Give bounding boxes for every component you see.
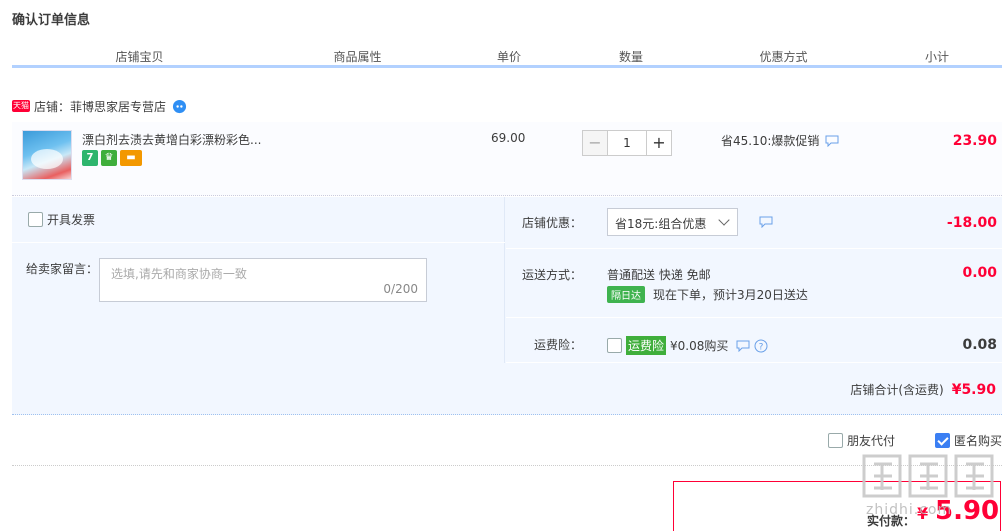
invoice-checkbox[interactable] <box>28 212 43 227</box>
extras-divider <box>12 242 505 243</box>
store-discount-select[interactable]: 省18元:组合优惠 <box>607 208 738 236</box>
store-discount-label: 店铺优惠： <box>521 216 582 230</box>
insurance-comment-icon[interactable] <box>736 340 750 352</box>
shipping-method: 普通配送 快递 免邮 <box>607 268 711 282</box>
item-title-link[interactable]: 漂白剂去渍去黄增白彩漂粉彩色... <box>82 131 261 148</box>
message-char-count: 0/200 <box>383 282 418 296</box>
order-extras-panel: 开具发票 给卖家留言： 选填,请先和商家协商一致 0/200 店铺优惠： 省18… <box>12 197 1002 415</box>
store-total-label: 店铺合计(含运费) <box>850 383 944 397</box>
credit-card-icon[interactable]: ▬ <box>120 150 142 166</box>
friend-pay-label: 朋友代付 <box>846 434 895 448</box>
wangwang-chat-icon[interactable] <box>172 99 187 114</box>
insurance-row: 运费险： 运费险 ¥0.08购买 ? 0.08 <box>506 318 1002 363</box>
store-discount-row: 店铺优惠： 省18元:组合优惠 -18.00 <box>506 197 1002 249</box>
invoice-label: 开具发票 <box>47 213 96 227</box>
watermark-logo-icon <box>862 454 994 498</box>
shop-row: 天猫 店铺：菲博思家居专营店 <box>12 96 187 116</box>
message-placeholder: 选填,请先和商家协商一致 <box>111 267 247 281</box>
next-day-badge: 隔日达 <box>607 286 645 303</box>
anonymous-label: 匿名购买 <box>953 434 1002 448</box>
shipping-row: 运送方式： 普通配送 快递 免邮 隔日达 现在下单，预计3月20日送达 0.00 <box>506 249 1002 318</box>
col-discount: 优惠方式 <box>759 50 808 64</box>
insurance-amount: 0.08 <box>962 337 997 353</box>
col-unit-price: 单价 <box>496 50 521 64</box>
svg-text:?: ? <box>759 342 764 352</box>
seller-message-input[interactable]: 选填,请先和商家协商一致 0/200 <box>99 258 427 302</box>
qty-plus-button[interactable]: + <box>646 130 672 156</box>
anonymous-checkbox[interactable] <box>934 433 950 448</box>
item-promo: 省45.10:爆款促销 <box>721 132 839 149</box>
chevron-down-icon <box>718 214 730 226</box>
seven-day-return-icon[interactable]: 7 <box>82 150 98 166</box>
col-subtotal: 小计 <box>924 50 949 64</box>
insurance-checkbox[interactable] <box>607 338 622 353</box>
col-attributes: 商品属性 <box>333 50 382 64</box>
shop-name-link[interactable]: 店铺：菲博思家居专营店 <box>34 98 166 115</box>
order-item-row: 漂白剂去渍去黄增白彩漂粉彩色... 7 ♛ ▬ 69.00 − 1 + 省45.… <box>12 122 1002 196</box>
page-title: 确认订单信息 <box>12 13 91 28</box>
shipping-estimate: 隔日达 现在下单，预计3月20日送达 <box>607 286 808 303</box>
friend-pay-checkbox[interactable] <box>827 433 843 448</box>
insurance-badge: 运费险 <box>626 336 667 355</box>
quantity-stepper: − 1 + <box>582 130 672 156</box>
guarantee-icon[interactable]: ♛ <box>101 150 117 166</box>
item-subtotal: 23.90 <box>952 133 997 149</box>
help-question-icon[interactable]: ? <box>754 339 768 353</box>
store-discount-amount: -18.00 <box>946 215 997 231</box>
tmall-badge-icon: 天猫 <box>12 100 30 112</box>
promo-text: 省45.10:爆款促销 <box>721 134 820 148</box>
shipping-label: 运送方式： <box>521 268 582 282</box>
store-discount-selected: 省18元:组合优惠 <box>615 217 707 231</box>
payment-options: 朋友代付 匿名购买 <box>827 432 1002 449</box>
friend-pay-option[interactable]: 朋友代付 <box>827 432 895 449</box>
qty-input[interactable]: 1 <box>608 130 646 156</box>
insurance-price: ¥0.08购买 <box>670 339 729 353</box>
discount-comment-icon[interactable] <box>759 216 773 228</box>
extras-right: 店铺优惠： 省18元:组合优惠 -18.00 运送方式： 普通配送 快递 免邮 … <box>506 197 1002 363</box>
shipping-amount: 0.00 <box>962 265 997 281</box>
delivery-estimate: 现在下单，预计3月20日送达 <box>653 288 808 302</box>
section-divider <box>12 465 1002 466</box>
store-total-value: ¥5.90 <box>951 382 996 398</box>
unit-price: 69.00 <box>491 131 526 145</box>
anonymous-option[interactable]: 匿名购买 <box>934 432 1002 449</box>
extras-left: 开具发票 给卖家留言： 选填,请先和商家协商一致 0/200 <box>12 197 505 363</box>
order-column-header: 店铺宝贝 商品属性 单价 数量 优惠方式 小计 <box>12 44 1002 68</box>
service-icons: 7 ♛ ▬ <box>82 150 142 166</box>
invoice-option[interactable]: 开具发票 <box>28 211 95 228</box>
site-watermark: zhidhi.com <box>856 450 1001 525</box>
col-shop-item: 店铺宝贝 <box>115 50 164 64</box>
qty-minus-button[interactable]: − <box>582 130 608 156</box>
insurance-option[interactable]: 运费险 ¥0.08购买 ? <box>607 336 768 355</box>
col-quantity: 数量 <box>618 50 643 64</box>
item-thumbnail[interactable] <box>22 130 72 180</box>
store-total: 店铺合计(含运费) ¥5.90 <box>850 381 996 398</box>
promo-comment-icon[interactable] <box>825 135 839 147</box>
insurance-label: 运费险： <box>533 338 582 352</box>
watermark-text: zhidhi.com <box>866 502 953 518</box>
message-label: 给卖家留言： <box>26 262 99 276</box>
